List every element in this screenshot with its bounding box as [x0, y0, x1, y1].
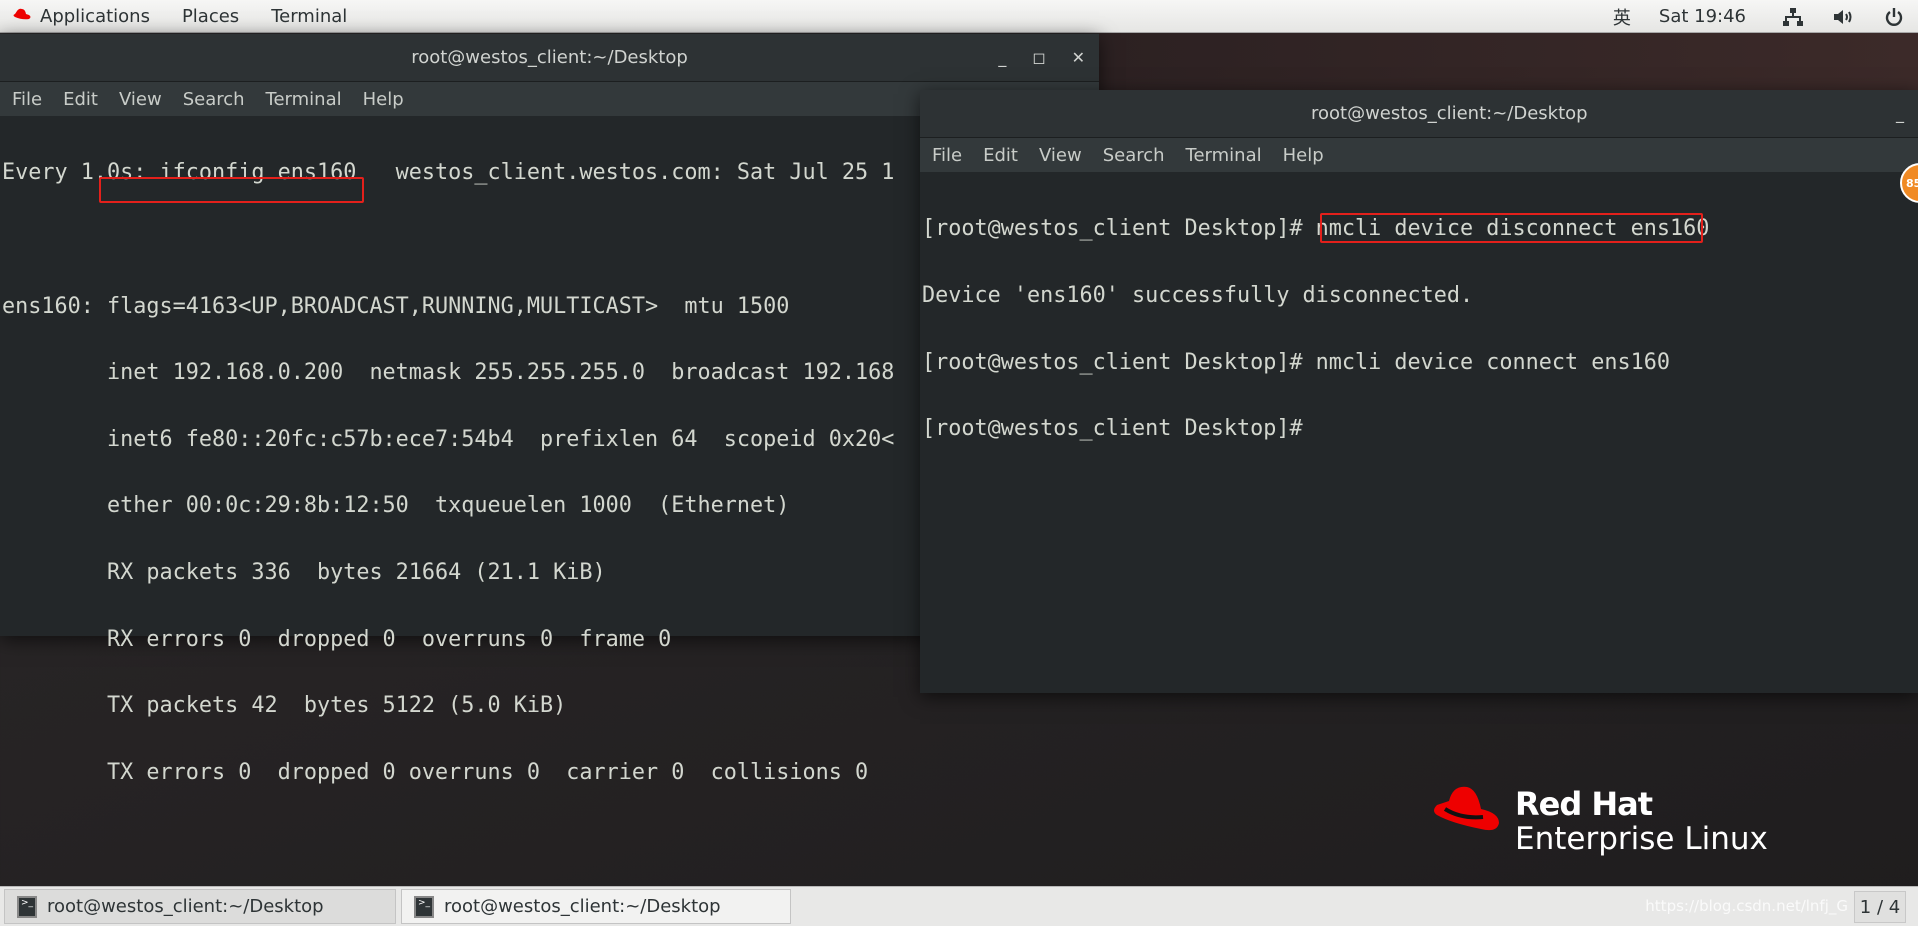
menu-terminal[interactable]: Terminal: [266, 89, 342, 110]
menu-search[interactable]: Search: [1103, 145, 1165, 166]
menu-search[interactable]: Search: [183, 89, 245, 110]
menu-view[interactable]: View: [1039, 145, 1082, 166]
highlight-connect-command: [1320, 213, 1703, 243]
terminal-line: Device 'ens160' successfully disconnecte…: [922, 283, 1474, 309]
window-titlebar[interactable]: root@westos_client:~/Desktop _ ◻ ✕: [0, 34, 1099, 82]
highlight-inet-address: [99, 177, 364, 203]
menu-file[interactable]: File: [12, 89, 42, 110]
minimize-button[interactable]: _: [1896, 104, 1904, 123]
logo-line-1: Red Hat: [1515, 785, 1653, 823]
redhat-icon: [13, 8, 31, 20]
menu-terminal[interactable]: Terminal: [1186, 145, 1262, 166]
workspace-switcher[interactable]: 1 / 4: [1854, 891, 1906, 923]
menu-edit[interactable]: Edit: [983, 145, 1018, 166]
power-icon[interactable]: [1884, 7, 1904, 27]
taskbar: >_ root@westos_client:~/Desktop >_ root@…: [0, 886, 1918, 926]
clock[interactable]: Sat 19:46: [1659, 6, 1746, 27]
applications-label: Applications: [40, 5, 150, 27]
window-titlebar[interactable]: root@westos_client:~/Desktop _: [920, 90, 1918, 138]
terminal-menu[interactable]: Terminal: [271, 6, 347, 27]
taskbar-item[interactable]: >_ root@westos_client:~/Desktop: [4, 889, 396, 924]
task-label: root@westos_client:~/Desktop: [444, 896, 721, 917]
menu-file[interactable]: File: [932, 145, 962, 166]
logo-line-2: Enterprise Linux: [1515, 821, 1768, 857]
applications-menu[interactable]: Applications: [12, 6, 150, 27]
terminal-line: TX packets 42 bytes 5122 (5.0 KiB): [2, 693, 567, 719]
terminal-line: [root@westos_client Desktop]# nmcli devi…: [922, 349, 1671, 375]
maximize-button[interactable]: ◻: [1032, 48, 1045, 67]
desktop-background: [1099, 33, 1918, 93]
top-bar: Applications Places Terminal 英 Sat 19:46: [0, 0, 1918, 33]
volume-icon[interactable]: [1832, 7, 1856, 27]
terminal-line: [root@westos_client Desktop]#: [922, 416, 1316, 442]
close-button[interactable]: ✕: [1072, 48, 1085, 67]
terminal-icon: >_: [414, 895, 434, 918]
minimize-button[interactable]: _: [998, 48, 1006, 67]
task-label: root@westos_client:~/Desktop: [47, 896, 324, 917]
taskbar-item[interactable]: >_ root@westos_client:~/Desktop: [401, 889, 791, 924]
terminal-line: TX errors 0 dropped 0 overruns 0 carrier…: [2, 759, 869, 785]
menu-edit[interactable]: Edit: [63, 89, 98, 110]
window-title: root@westos_client:~/Desktop: [411, 47, 688, 68]
watermark: https://blog.csdn.net/lnfj_G: [1645, 897, 1848, 915]
places-menu[interactable]: Places: [182, 6, 239, 27]
menu-help[interactable]: Help: [1283, 145, 1324, 166]
menu-bar: File Edit View Search Terminal Help: [920, 138, 1918, 172]
right-terminal-window[interactable]: root@westos_client:~/Desktop _ File Edit…: [920, 90, 1918, 693]
menu-help[interactable]: Help: [363, 89, 404, 110]
network-icon[interactable]: [1782, 7, 1804, 27]
menu-view[interactable]: View: [119, 89, 162, 110]
terminal-icon: >_: [17, 895, 37, 918]
redhat-hat-icon: [1434, 786, 1499, 831]
input-method-indicator[interactable]: 英: [1613, 4, 1631, 30]
window-title: root@westos_client:~/Desktop: [1311, 103, 1588, 124]
